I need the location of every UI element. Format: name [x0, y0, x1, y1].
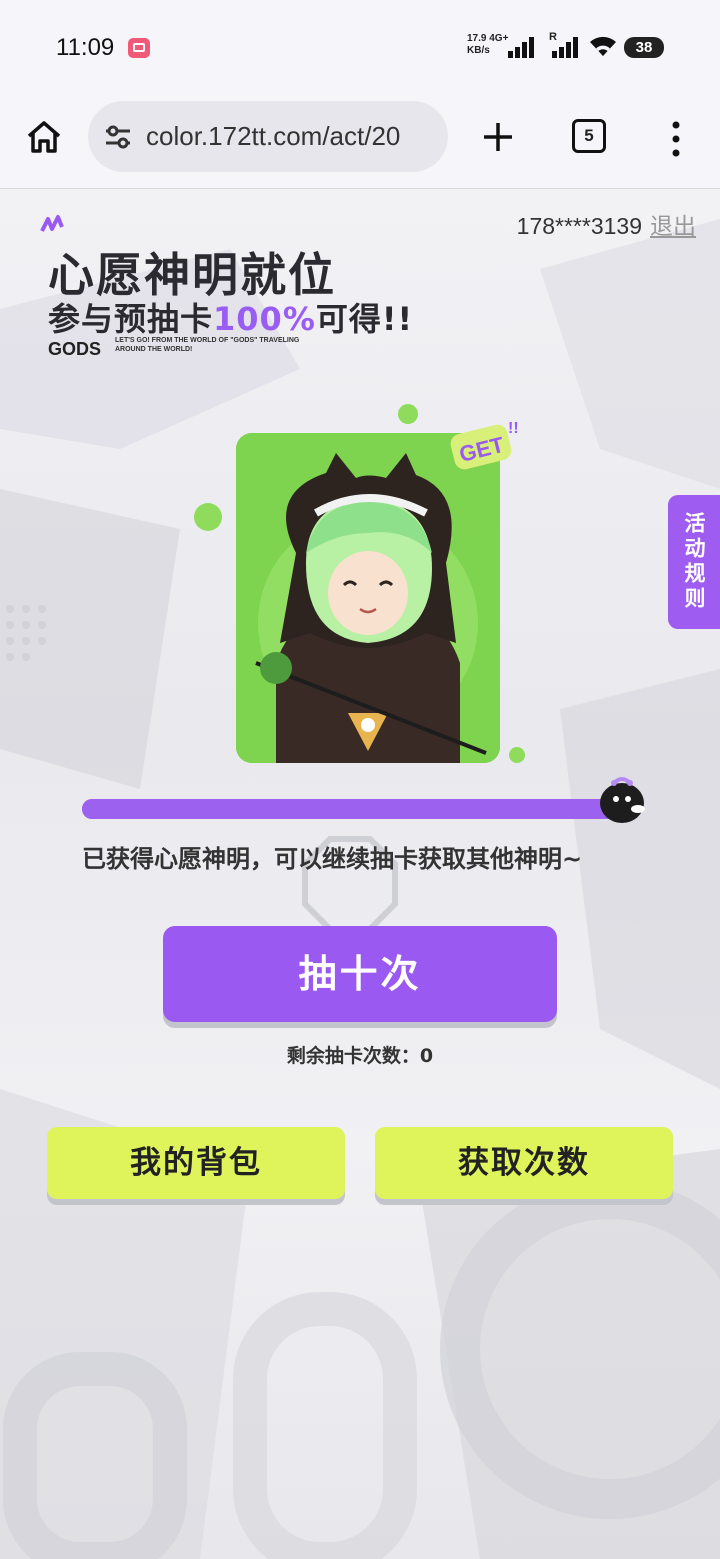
get-badge: GET !! [450, 420, 518, 470]
wifi-icon [590, 36, 616, 56]
decor-dot [509, 747, 525, 763]
event-page: 178****3139 退出 心愿神明就位 参与预抽卡100%可得!! GODS … [0, 189, 720, 1559]
tab-switcher-button[interactable]: 5 [572, 119, 606, 153]
hero-subtitle-suffix: 可得!! [315, 300, 414, 338]
user-info: 178****3139 退出 [517, 207, 696, 241]
more-menu-icon[interactable] [668, 119, 684, 159]
my-backpack-button[interactable]: 我的背包 [47, 1127, 345, 1199]
network-speed-unit: KB/s [467, 45, 490, 56]
brand-tagline: LET'S GO! FROM THE WORLD OF "GODS" TRAVE… [115, 337, 300, 353]
signal-icon-2 [550, 36, 580, 58]
status-bar: 11:09 17.9 4G+ KB/s R 38 [0, 0, 720, 95]
browser-toolbar: color.172tt.com/act/20 5 [0, 95, 720, 189]
address-bar[interactable]: color.172tt.com/act/20 [88, 101, 448, 172]
hero-subtitle-highlight: 100% [213, 300, 316, 338]
site-settings-icon[interactable] [104, 125, 132, 149]
bilibili-notification-icon [128, 38, 150, 58]
progress-bar [82, 799, 622, 819]
progress-fill [82, 799, 622, 819]
clock: 11:09 [56, 34, 115, 61]
mascot-icon [600, 777, 645, 823]
character-illustration [236, 433, 500, 763]
logout-link[interactable]: 退出 [650, 213, 696, 239]
character-card[interactable] [236, 433, 500, 763]
activity-rules-tab[interactable]: 活动规则 [668, 495, 720, 629]
network-speed: 17.9 4G+ KB/s [467, 33, 508, 57]
progress-message: 已获得心愿神明，可以继续抽卡获取其他神明~ [82, 845, 583, 873]
hero-subtitle-prefix: 参与预抽卡 [48, 300, 214, 338]
remaining-draws: 剩余抽卡次数：0 [286, 1045, 434, 1067]
draw-ten-button[interactable]: 抽十次 [163, 926, 557, 1022]
decor-dot [194, 503, 222, 531]
sparkle-icon [40, 215, 64, 232]
network-speed-value: 17.9 4G+ [467, 33, 509, 44]
home-icon[interactable] [24, 117, 64, 157]
svg-text:!!: !! [508, 420, 518, 437]
decor-dot [398, 404, 418, 424]
signal-icon [508, 36, 538, 58]
url-text[interactable]: color.172tt.com/act/20 [146, 121, 436, 152]
brand-logo: GODS [48, 339, 102, 359]
hero-subtitle: 参与预抽卡100%可得!! [48, 294, 413, 340]
user-phone: 178****3139 [516, 213, 642, 239]
background-art [0, 219, 720, 1559]
new-tab-icon[interactable] [478, 117, 518, 157]
battery-indicator: 38 [624, 37, 664, 58]
get-chances-button[interactable]: 获取次数 [375, 1127, 673, 1199]
